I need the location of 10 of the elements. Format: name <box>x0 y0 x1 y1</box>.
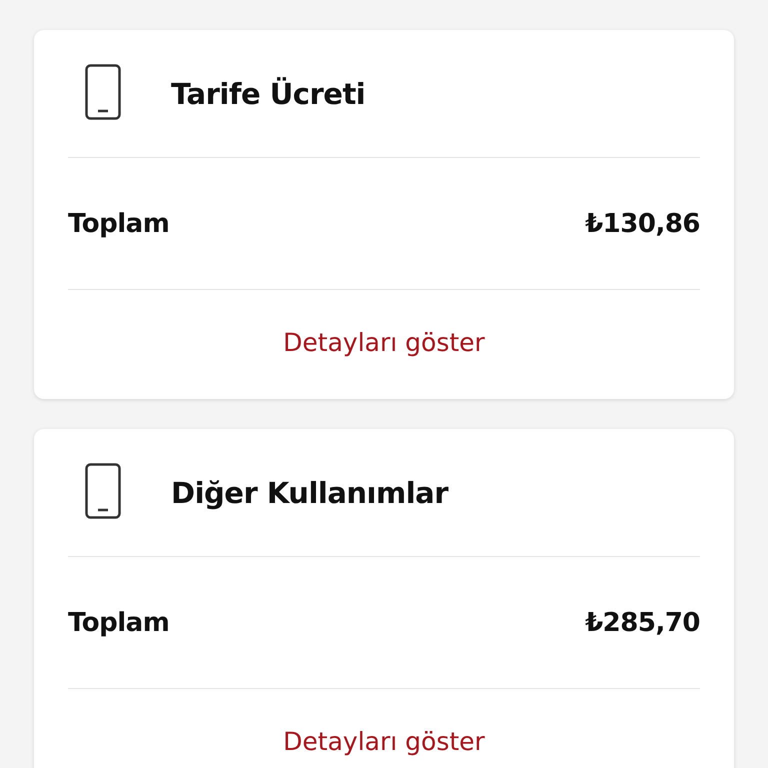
card-title: Diğer Kullanımlar <box>171 476 448 510</box>
total-label: Toplam <box>68 608 170 638</box>
total-amount: ₺130,86 <box>585 208 700 238</box>
show-details-link[interactable]: Detayları göster <box>283 328 485 357</box>
total-label: Toplam <box>68 208 170 238</box>
show-details-link[interactable]: Detayları göster <box>283 727 485 756</box>
phone-icon <box>85 462 121 518</box>
total-amount: ₺285,70 <box>585 608 700 638</box>
phone-icon <box>85 64 121 120</box>
card-title: Tarife Ücreti <box>171 76 366 110</box>
